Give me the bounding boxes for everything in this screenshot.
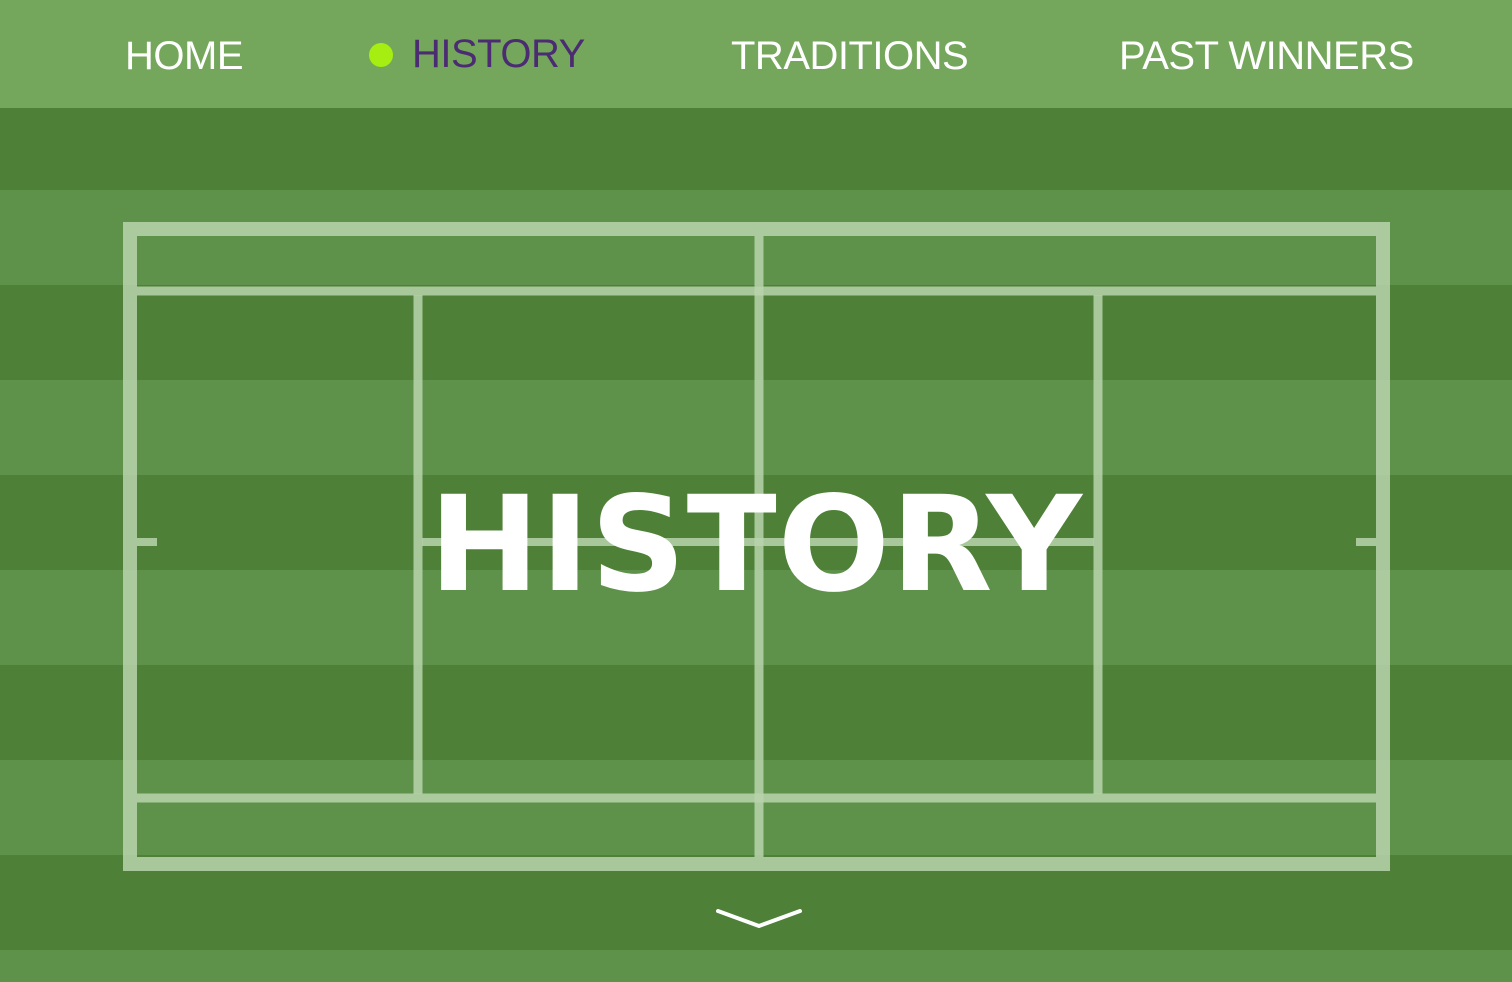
nav-traditions-label: TRADITIONS [731,34,969,78]
nav-past-winners-link[interactable]: PAST WINNERS [1119,30,1414,82]
nav-home-link[interactable]: HOME [125,30,244,82]
page: HOME HISTORY TRADITIONS PAST WINNERS HIS… [0,0,1512,982]
nav-home-label: HOME [125,34,244,78]
scroll-down-button[interactable] [716,904,802,934]
nav-history-label: HISTORY [412,32,585,76]
nav-past-winners-label: PAST WINNERS [1119,34,1414,78]
chevron-down-icon [716,909,802,928]
tennis-ball-dot-icon [369,43,393,67]
nav-history-link[interactable]: HISTORY [369,28,585,80]
nav-traditions-link[interactable]: TRADITIONS [731,30,969,82]
top-navigation: HOME HISTORY TRADITIONS PAST WINNERS [0,0,1512,108]
page-title: HISTORY [429,468,1083,622]
